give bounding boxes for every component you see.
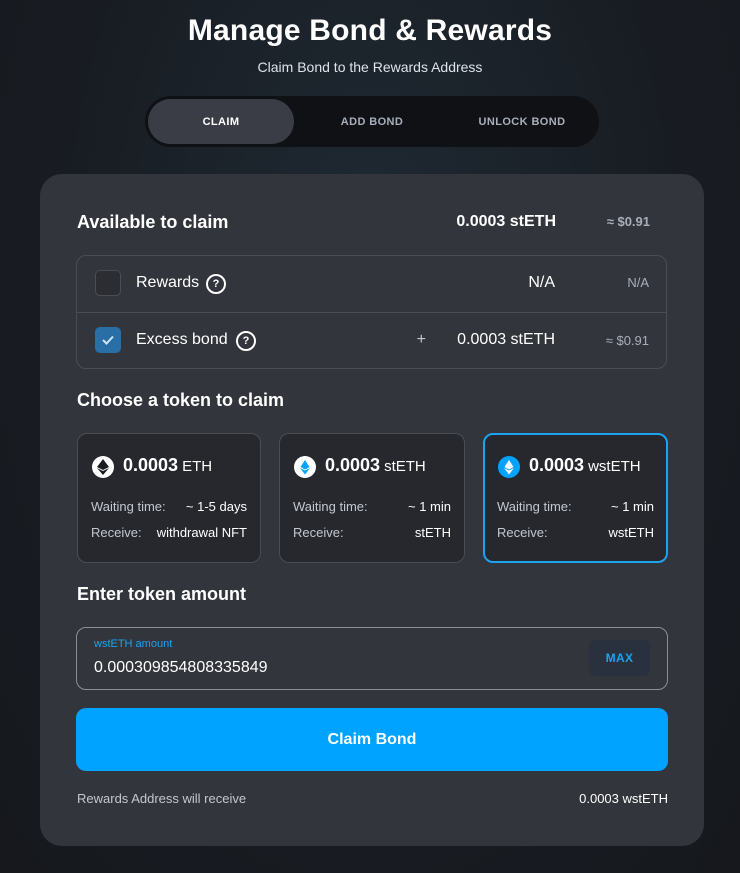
tab-add-bond[interactable]: ADD BOND [299,99,445,144]
receive-summary-value: 0.0003 wstETH [579,791,668,806]
available-amount: 0.0003 stETH [456,213,556,230]
excess-bond-checkbox[interactable] [95,327,121,353]
receive-label: Receive: [293,525,344,540]
waiting-value: ~ 1-5 days [185,499,247,514]
available-usd: ≈ $0.91 [606,214,650,229]
available-title: Available to claim [77,212,229,232]
excess-bond-usd: ≈ $0.91 [605,333,649,348]
token-option-eth[interactable]: 0.0003 ETH Waiting time: ~ 1-5 days Receiv… [77,433,261,563]
help-glyph: ? [212,278,220,290]
receive-value: stETH [414,525,451,540]
token-unit: wstETH [588,458,641,475]
amount-input-box: wstETH amount MAX [76,627,668,690]
token-option-wsteth[interactable]: 0.0003 wstETH Waiting time: ~ 1 min Receiv… [483,433,668,563]
waiting-label: Waiting time: [293,499,368,514]
receive-value: withdrawal NFT [156,525,247,540]
claim-bond-button[interactable]: Claim Bond [76,708,668,771]
amount-section-title: Enter token amount [77,584,247,604]
receive-value: wstETH [608,525,655,540]
check-icon [102,335,114,345]
rewards-checkbox[interactable] [95,270,121,296]
token-unit: ETH [182,458,213,475]
token-section-title: Choose a token to claim [77,390,285,410]
plus-sign: + [416,331,426,348]
steth-icon [294,456,316,478]
help-glyph: ? [242,335,250,347]
tab-bar: CLAIM ADD BOND UNLOCK BOND [145,96,599,147]
eth-icon [92,456,114,478]
token-amount: 0.0003 [123,455,179,475]
amount-input[interactable] [94,656,564,680]
waiting-value: ~ 1 min [611,499,654,514]
token-amount: 0.0003 [325,455,381,475]
token-option-steth[interactable]: 0.0003 stETH Waiting time: ~ 1 min Receive… [279,433,465,563]
waiting-label: Waiting time: [91,499,166,514]
receive-label: Receive: [497,525,548,540]
waiting-value: ~ 1 min [408,499,451,514]
token-unit: stETH [384,458,426,475]
rewards-value: N/A [528,274,555,291]
rewards-help-icon[interactable]: ? [206,274,226,294]
excess-bond-help-icon[interactable]: ? [236,331,256,351]
rewards-label: Rewards [136,274,200,291]
page-title: Manage Bond & Rewards [187,14,553,47]
claim-options-divider [77,312,667,313]
excess-bond-value: 0.0003 stETH [457,331,555,348]
excess-bond-label: Excess bond [136,331,228,348]
max-button[interactable]: MAX [589,640,650,676]
page-subtitle: Claim Bond to the Rewards Address [257,59,483,75]
rewards-usd: N/A [627,275,649,290]
waiting-label: Waiting time: [497,499,572,514]
receive-summary-label: Rewards Address will receive [77,791,247,806]
token-amount: 0.0003 [529,455,585,475]
wsteth-icon [498,456,520,478]
tab-unlock-bond[interactable]: UNLOCK BOND [449,99,595,144]
tab-claim[interactable]: CLAIM [148,99,294,144]
receive-label: Receive: [91,525,142,540]
amount-input-label: wstETH amount [94,638,173,650]
